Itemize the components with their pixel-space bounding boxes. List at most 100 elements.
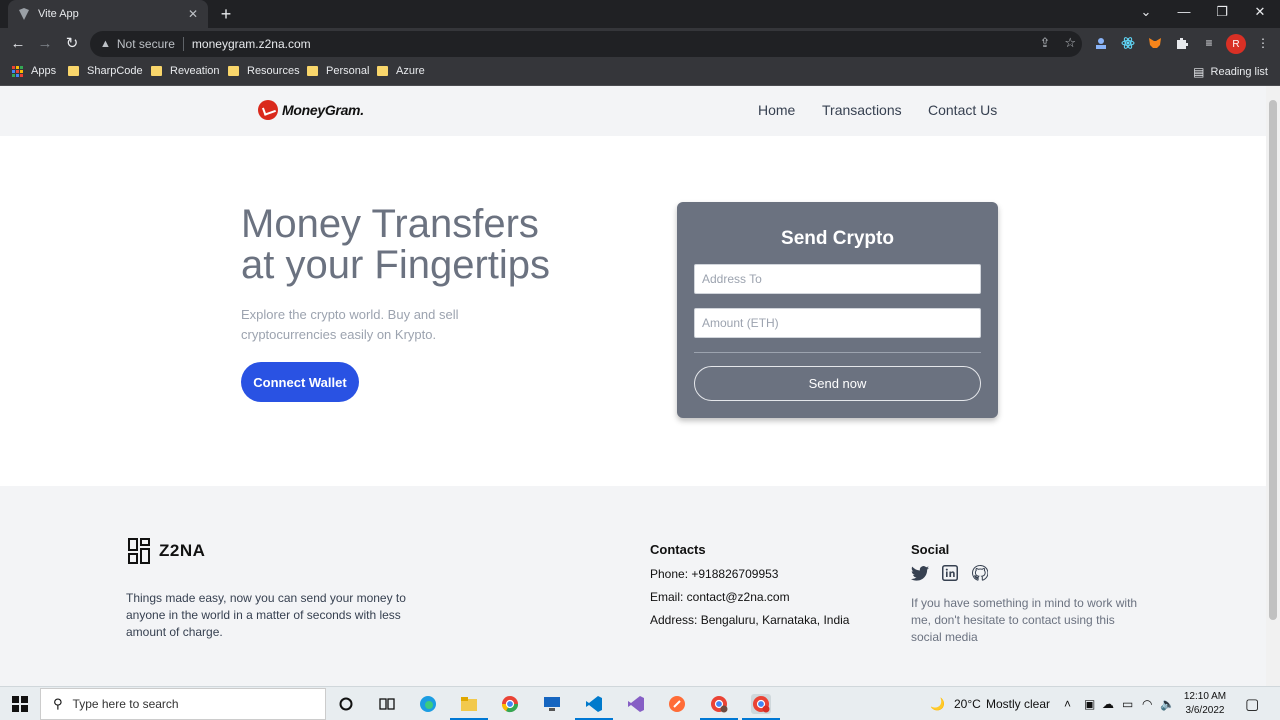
browser-tab[interactable]: Vite App ✕ bbox=[8, 0, 208, 28]
omnibox-divider bbox=[182, 37, 184, 51]
reload-icon[interactable]: ↻ bbox=[62, 34, 82, 54]
weather-moon-icon[interactable]: 🌙 bbox=[930, 697, 945, 711]
taskbar-search[interactable]: ⚲ Type here to search bbox=[40, 688, 326, 720]
contact-phone: Phone: +918826709953 bbox=[650, 567, 779, 581]
share-icon[interactable]: ⇪ bbox=[1039, 35, 1050, 51]
folder-icon bbox=[228, 66, 239, 76]
folder-icon bbox=[377, 66, 388, 76]
extension-person-icon[interactable] bbox=[1092, 34, 1110, 52]
media-playlist-icon[interactable]: ≡ bbox=[1200, 34, 1218, 52]
taskbar-clock[interactable]: 12:10 AM 3/6/2022 bbox=[1180, 690, 1230, 718]
page-scrollbar[interactable] bbox=[1266, 86, 1280, 686]
bookmark-label: Personal bbox=[326, 65, 370, 77]
postman-icon[interactable] bbox=[667, 694, 687, 714]
bookmarks-bar: Apps SharpCode Reveation Resources Perso… bbox=[0, 60, 1280, 86]
edge-browser-icon[interactable] bbox=[418, 694, 438, 714]
twitter-icon[interactable] bbox=[911, 564, 929, 582]
search-icon: ⚲ bbox=[53, 696, 63, 711]
dashboard-grid-icon bbox=[128, 538, 150, 564]
taskbar-search-placeholder: Type here to search bbox=[72, 697, 179, 711]
tab-search-icon[interactable]: ⌄ bbox=[1128, 4, 1164, 20]
chrome-menu-icon[interactable]: ⋮ bbox=[1254, 34, 1272, 52]
scrollbar-thumb[interactable] bbox=[1269, 100, 1277, 620]
card-divider bbox=[694, 352, 981, 353]
windows-start-icon[interactable] bbox=[12, 696, 28, 712]
tray-app-icon[interactable]: ▣ bbox=[1084, 697, 1095, 711]
chrome-icon[interactable] bbox=[500, 694, 520, 714]
hero-title: Money Transfers at your Fingertips bbox=[241, 204, 601, 286]
browser-toolbar: ← → ↻ ▲ Not secure moneygram.z2na.com ⇪ … bbox=[0, 28, 1280, 60]
visual-studio-icon[interactable] bbox=[626, 694, 646, 714]
site-header: MoneyGram. Home Transactions Contact Us bbox=[0, 86, 1266, 136]
bookmark-personal[interactable]: Personal bbox=[307, 65, 369, 77]
file-explorer-icon[interactable] bbox=[459, 694, 479, 714]
clock-time: 12:10 AM bbox=[1183, 691, 1227, 702]
wifi-icon[interactable]: ◠ bbox=[1142, 697, 1152, 711]
bookmark-reveation[interactable]: Reveation bbox=[151, 65, 220, 77]
nav-transactions[interactable]: Transactions bbox=[822, 102, 902, 118]
maximize-button[interactable]: ❐ bbox=[1204, 4, 1240, 20]
chrome-active-icon[interactable] bbox=[751, 694, 771, 714]
bookmark-label: SharpCode bbox=[87, 65, 143, 77]
back-arrow-icon[interactable]: ← bbox=[8, 34, 28, 54]
hero-subtitle: Explore the crypto world. Buy and sell c… bbox=[241, 307, 459, 342]
onedrive-icon[interactable]: ☁ bbox=[1102, 697, 1114, 711]
folder-icon bbox=[68, 66, 79, 76]
footer-description: Things made easy, now you can send your … bbox=[126, 591, 406, 639]
linkedin-icon[interactable] bbox=[941, 564, 959, 582]
battery-icon[interactable]: ▭ bbox=[1122, 697, 1133, 711]
metamask-icon[interactable] bbox=[1146, 34, 1164, 52]
new-tab-button[interactable]: + bbox=[216, 4, 236, 24]
profile-avatar[interactable]: R bbox=[1226, 34, 1246, 54]
reading-list-button[interactable]: ▤ Reading list bbox=[1193, 65, 1268, 79]
extensions-puzzle-icon[interactable] bbox=[1173, 34, 1191, 52]
bookmark-resources[interactable]: Resources bbox=[228, 65, 300, 77]
address-to-input[interactable] bbox=[694, 264, 981, 294]
bookmark-apps[interactable]: Apps bbox=[12, 65, 56, 77]
react-devtools-icon[interactable] bbox=[1119, 34, 1137, 52]
send-now-button[interactable]: Send now bbox=[694, 366, 981, 401]
moneygram-logo[interactable]: MoneyGram. bbox=[258, 100, 364, 120]
minimize-button[interactable]: — bbox=[1166, 4, 1202, 19]
amount-input[interactable] bbox=[694, 308, 981, 338]
task-view-icon[interactable] bbox=[377, 694, 397, 714]
bookmark-label: Azure bbox=[396, 65, 425, 77]
notifications-icon[interactable]: ▢ bbox=[1245, 695, 1259, 713]
tab-close-icon[interactable]: ✕ bbox=[188, 7, 198, 21]
url-text[interactable]: moneygram.z2na.com bbox=[192, 37, 311, 51]
weather-temp[interactable]: 20°C bbox=[954, 697, 981, 711]
address-bar[interactable]: ▲ Not secure moneygram.z2na.com ⇪ ☆ bbox=[90, 31, 1082, 57]
connect-wallet-button[interactable]: Connect Wallet bbox=[241, 362, 359, 402]
chrome-profile-icon[interactable] bbox=[709, 694, 729, 714]
security-label[interactable]: Not secure bbox=[117, 37, 175, 51]
social-links bbox=[911, 564, 989, 582]
close-window-button[interactable]: ✕ bbox=[1242, 4, 1278, 20]
bookmark-star-icon[interactable]: ☆ bbox=[1064, 35, 1076, 51]
forward-arrow-icon[interactable]: → bbox=[35, 34, 55, 54]
nav-home[interactable]: Home bbox=[758, 102, 795, 118]
vscode-icon[interactable] bbox=[584, 694, 604, 714]
social-heading: Social bbox=[911, 542, 950, 557]
site-footer: Z2NA Things made easy, now you can send … bbox=[0, 486, 1266, 686]
volume-icon[interactable]: 🔈 bbox=[1160, 697, 1175, 711]
bookmark-sharpcode[interactable]: SharpCode bbox=[68, 65, 143, 77]
moneygram-logo-icon bbox=[258, 100, 278, 120]
remote-desktop-icon[interactable] bbox=[542, 694, 562, 714]
bookmark-label: Reveation bbox=[170, 65, 220, 77]
hero-title-line1: Money Transfers bbox=[241, 202, 539, 246]
bookmark-azure[interactable]: Azure bbox=[377, 65, 425, 77]
github-icon[interactable] bbox=[971, 564, 989, 582]
folder-icon bbox=[307, 66, 318, 76]
folder-icon bbox=[151, 66, 162, 76]
show-hidden-icons-icon[interactable]: ˄ bbox=[1064, 697, 1071, 711]
weather-desc[interactable]: Mostly clear bbox=[986, 697, 1050, 711]
warning-icon[interactable]: ▲ bbox=[100, 38, 111, 50]
send-crypto-card: Send Crypto Send now bbox=[677, 202, 998, 418]
browser-tab-strip: Vite App ✕ + ⌄ — ❐ ✕ bbox=[0, 0, 1280, 28]
contact-email[interactable]: Email: contact@z2na.com bbox=[650, 590, 790, 604]
bookmark-label: Resources bbox=[247, 65, 300, 77]
social-description: If you have something in mind to work wi… bbox=[911, 596, 1138, 644]
nav-contact-us[interactable]: Contact Us bbox=[928, 102, 997, 118]
cortana-icon[interactable] bbox=[336, 694, 356, 714]
reading-list-icon: ▤ bbox=[1193, 65, 1205, 79]
